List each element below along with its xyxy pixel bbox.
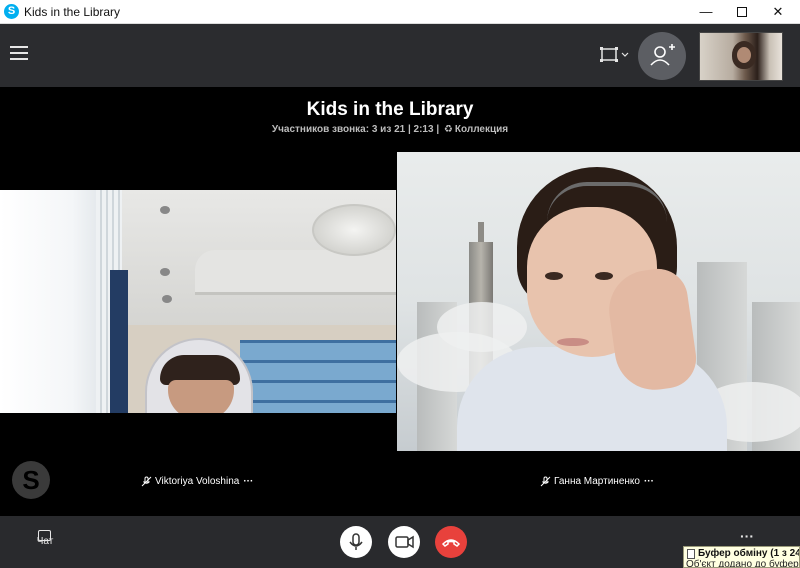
participant-name: Ганна Мартиненко [554,476,640,488]
participant-label-right[interactable]: Ганна Мартиненко ··· [540,476,654,487]
window-title: Kids in the Library [24,5,121,19]
add-person-icon [650,44,675,66]
self-video-preview[interactable] [699,32,783,81]
participant-name: Viktoriya Voloshina [155,476,240,488]
participant-more-button[interactable]: ··· [243,476,253,487]
participant-video-hanna[interactable] [397,152,800,451]
clipboard-notification[interactable]: Буфер обміну (1 з 24) Об'єкт додано до б… [683,546,800,568]
participant-video-viktoriya[interactable] [0,190,396,413]
maximize-icon [737,6,747,17]
collection-link[interactable]: Коллекция [455,124,508,135]
window-titlebar: S Kids in the Library — ✕ [0,0,800,24]
end-call-button[interactable] [435,526,467,558]
mic-muted-icon [540,476,551,487]
collection-icon[interactable]: ♻ [444,124,453,135]
hang-up-icon [441,539,461,547]
layout-switch-button[interactable] [598,44,632,66]
close-button[interactable]: ✕ [760,0,796,24]
add-participant-button[interactable] [638,32,686,80]
skype-watermark-icon: S [12,461,50,499]
skype-logo-icon: S [4,4,19,19]
mic-muted-icon [141,476,152,487]
call-participants-info: Участников звонка: 3 из 21 | 2:13 | [271,124,442,135]
chat-button[interactable]: Чат [30,524,60,564]
microphone-icon [349,533,363,550]
clipboard-text: Об'єкт додано до буфера [686,559,800,568]
call-top-bar [0,24,800,87]
layout-switch-icon [600,47,629,62]
video-camera-icon [395,535,414,549]
camera-button[interactable] [388,526,420,558]
microphone-button[interactable] [340,526,372,558]
call-subtitle: Участников звонка: 3 из 21 | 2:13 | ♻ Кол… [0,124,780,135]
more-options-button[interactable]: ··· [740,528,754,544]
minimize-button[interactable]: — [688,0,724,24]
call-title: Kids in the Library [306,99,474,120]
maximize-button[interactable] [724,0,760,24]
participant-more-button[interactable]: ··· [644,476,654,487]
clipboard-title: Буфер обміну (1 з 24) [698,548,800,559]
participant-label-left[interactable]: Viktoriya Voloshina ··· [141,476,253,487]
chat-icon [38,530,51,541]
hamburger-icon[interactable] [10,46,28,61]
clipboard-icon [687,549,695,559]
